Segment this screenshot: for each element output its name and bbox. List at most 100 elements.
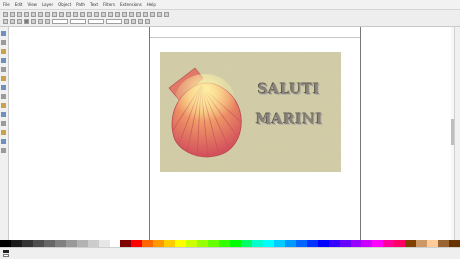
palette-swatch[interactable] xyxy=(273,240,285,247)
menu-text[interactable]: Text xyxy=(90,2,98,7)
palette-swatch[interactable] xyxy=(10,240,22,247)
palette-swatch[interactable] xyxy=(438,240,450,247)
bucket-tool-icon[interactable] xyxy=(1,148,6,153)
command-button[interactable] xyxy=(94,12,99,17)
palette-swatch[interactable] xyxy=(284,240,296,247)
menu-object[interactable]: Object xyxy=(58,2,71,7)
command-button[interactable] xyxy=(73,12,78,17)
palette-swatch[interactable] xyxy=(295,240,307,247)
command-button[interactable] xyxy=(129,12,134,17)
title-line-1[interactable]: SALUTI xyxy=(258,82,320,98)
menu-view[interactable]: View xyxy=(27,2,37,7)
flip-horizontal-icon[interactable] xyxy=(38,19,43,24)
command-button[interactable] xyxy=(24,12,29,17)
palette-swatch[interactable] xyxy=(219,240,231,247)
palette-swatch[interactable] xyxy=(109,240,121,247)
y-field[interactable] xyxy=(70,19,86,24)
palette-swatch[interactable] xyxy=(87,240,99,247)
palette-swatch[interactable] xyxy=(32,240,44,247)
command-button[interactable] xyxy=(164,12,169,17)
select-all-layers-icon[interactable] xyxy=(10,19,15,24)
fill-indicator[interactable] xyxy=(3,250,9,253)
palette-swatch[interactable] xyxy=(175,240,187,247)
palette-swatch[interactable] xyxy=(153,240,165,247)
palette-swatch[interactable] xyxy=(306,240,318,247)
menu-file[interactable]: File xyxy=(3,2,10,7)
menu-extensions[interactable]: Extensions xyxy=(120,2,142,7)
menu-help[interactable]: Help xyxy=(147,2,156,7)
command-button[interactable] xyxy=(80,12,85,17)
x-field[interactable] xyxy=(52,19,68,24)
zoom-tool-icon[interactable] xyxy=(1,49,6,54)
command-button[interactable] xyxy=(59,12,64,17)
palette-swatch[interactable] xyxy=(120,240,132,247)
select-tool-icon[interactable] xyxy=(1,31,6,36)
scallop-shell-icon[interactable] xyxy=(165,58,247,162)
command-button[interactable] xyxy=(115,12,120,17)
rotate-ccw-icon[interactable] xyxy=(24,19,29,24)
palette-swatch[interactable] xyxy=(197,240,209,247)
command-button[interactable] xyxy=(66,12,71,17)
palette-swatch[interactable] xyxy=(21,240,33,247)
palette-swatch[interactable] xyxy=(131,240,143,247)
command-button[interactable] xyxy=(122,12,127,17)
command-button[interactable] xyxy=(52,12,57,17)
command-button[interactable] xyxy=(150,12,155,17)
command-button[interactable] xyxy=(10,12,15,17)
rotate-cw-icon[interactable] xyxy=(31,19,36,24)
command-button[interactable] xyxy=(101,12,106,17)
palette-swatch[interactable] xyxy=(98,240,110,247)
palette-swatch[interactable] xyxy=(394,240,406,247)
calligraphy-tool-icon[interactable] xyxy=(1,112,6,117)
dropper-tool-icon[interactable] xyxy=(1,139,6,144)
palette-swatch[interactable] xyxy=(65,240,77,247)
palette-swatch[interactable] xyxy=(0,240,11,247)
palette-swatch[interactable] xyxy=(54,240,66,247)
command-button[interactable] xyxy=(87,12,92,17)
palette-swatch[interactable] xyxy=(372,240,384,247)
width-field[interactable] xyxy=(88,19,104,24)
menu-edit[interactable]: Edit xyxy=(15,2,23,7)
palette-swatch[interactable] xyxy=(262,240,274,247)
palette-swatch[interactable] xyxy=(208,240,220,247)
pencil-tool-icon[interactable] xyxy=(1,94,6,99)
gradient-tool-icon[interactable] xyxy=(1,130,6,135)
command-button[interactable] xyxy=(136,12,141,17)
palette-swatch[interactable] xyxy=(76,240,88,247)
palette-swatch[interactable] xyxy=(230,240,241,247)
palette-swatch[interactable] xyxy=(427,240,439,247)
command-button[interactable] xyxy=(45,12,50,17)
text-tool-icon[interactable] xyxy=(1,121,6,126)
palette-swatch[interactable] xyxy=(339,240,351,247)
palette-swatch[interactable] xyxy=(383,240,395,247)
height-field[interactable] xyxy=(106,19,122,24)
command-button[interactable] xyxy=(108,12,113,17)
pen-tool-icon[interactable] xyxy=(1,103,6,108)
command-button[interactable] xyxy=(143,12,148,17)
command-button[interactable] xyxy=(17,12,22,17)
spiral-tool-icon[interactable] xyxy=(1,85,6,90)
menu-path[interactable]: Path xyxy=(76,2,85,7)
node-tool-icon[interactable] xyxy=(1,40,6,45)
rectangle-tool-icon[interactable] xyxy=(1,58,6,63)
palette-swatch[interactable] xyxy=(251,240,263,247)
palette-swatch[interactable] xyxy=(361,240,373,247)
palette-swatch[interactable] xyxy=(43,240,55,247)
palette-swatch[interactable] xyxy=(317,240,329,247)
palette-swatch[interactable] xyxy=(405,240,417,247)
scale-stroke-icon[interactable] xyxy=(131,19,136,24)
palette-swatch[interactable] xyxy=(449,240,460,247)
menu-layer[interactable]: Layer xyxy=(42,2,53,7)
star-tool-icon[interactable] xyxy=(1,76,6,81)
palette-swatch[interactable] xyxy=(350,240,362,247)
palette-swatch[interactable] xyxy=(164,240,176,247)
deselect-icon[interactable] xyxy=(17,19,22,24)
palette-swatch[interactable] xyxy=(416,240,428,247)
command-button[interactable] xyxy=(31,12,36,17)
menu-filters[interactable]: Filters xyxy=(103,2,115,7)
ellipse-tool-icon[interactable] xyxy=(1,67,6,72)
palette-swatch[interactable] xyxy=(240,240,252,247)
title-line-2[interactable]: MARINI xyxy=(256,112,323,128)
palette-swatch[interactable] xyxy=(328,240,340,247)
palette-swatch[interactable] xyxy=(186,240,198,247)
